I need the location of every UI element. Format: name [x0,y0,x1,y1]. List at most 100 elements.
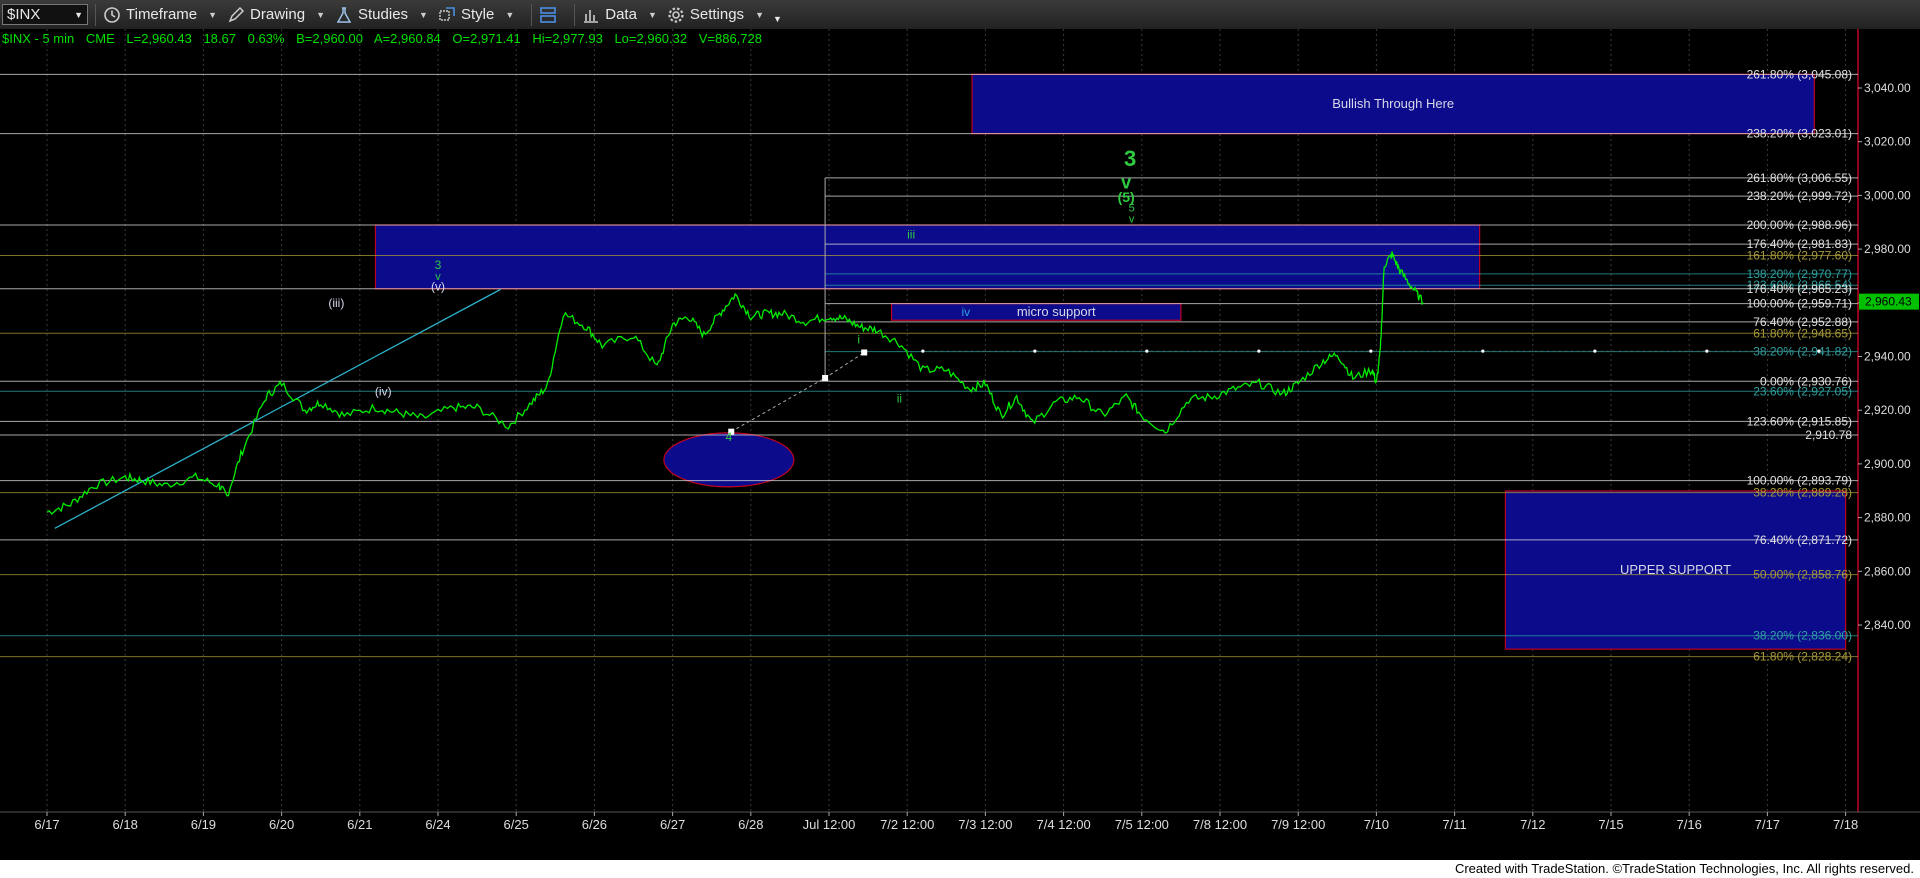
flask-icon [336,6,352,23]
wave-label: iv [962,305,971,319]
x-tick-label: 7/8 12:00 [1193,817,1247,832]
bid-price: B=2,960.00 [296,31,363,46]
symbol-selector[interactable]: $INX ▼ [2,4,88,25]
wave-label: 3 [1124,146,1136,171]
x-tick-label: 7/3 12:00 [958,817,1012,832]
fib-level-label: 38.20% (2,836.00) [1753,629,1852,643]
wave-label: v [1129,213,1135,225]
gear-icon [668,6,684,23]
last-price: L=2,960.43 [126,31,192,46]
wave-label: 4 [726,430,733,444]
studies-menu[interactable]: Studies ▼ [335,6,428,24]
y-tick-label: 3,000.00 [1864,188,1911,202]
fib-level-label: 176.40% (2,965.23) [1747,282,1852,296]
x-tick-label: 7/18 [1833,817,1858,832]
style-icon [439,6,455,21]
last-price-label: 2,960.43 [1865,295,1912,309]
x-tick-label: 6/20 [269,817,294,832]
chevron-down-icon: ▼ [208,9,218,20]
toolbar: $INX ▼ Timeframe ▼ Drawing ▼ Studies ▼ S… [0,0,1920,30]
fib-level-label: 38.20% (2,941.82) [1753,345,1852,359]
symbol-interval: $INX - 5 min [2,31,75,46]
x-tick-label: 7/15 [1598,817,1623,832]
x-tick-label: 7/4 12:00 [1036,817,1090,832]
symbol-value: $INX [7,6,41,23]
low-price: Lo=2,960.32 [614,31,688,46]
layout-icon [540,6,557,23]
price-chart[interactable]: Bullish Through Heremicro supportUPPER S… [0,29,1920,860]
x-tick-label: 6/26 [582,817,607,832]
ask-price: A=2,960.84 [373,31,441,46]
x-tick-label: Jul 12:00 [803,817,856,832]
timeframe-menu[interactable]: Timeframe ▼ [103,6,217,24]
fib-level-label: 261.80% (3,006.55) [1747,171,1852,185]
chevron-down-icon: ▼ [419,9,428,20]
fib-level-label: 161.80% (2,977.60) [1747,249,1852,263]
x-tick-label: 7/11 [1442,817,1466,832]
x-tick-label: 6/24 [425,817,450,832]
y-tick-label: 2,860.00 [1864,564,1911,578]
y-tick-label: 2,840.00 [1864,618,1911,632]
projection-dot [921,349,925,353]
settings-label: Settings [689,6,745,23]
x-tick-label: 7/10 [1364,817,1389,832]
wave-marker [861,349,868,356]
y-tick-label: 2,980.00 [1864,242,1911,256]
net-change: 18.67 [203,31,236,46]
toolbar-divider [574,3,576,26]
wave-label: i [857,333,860,347]
fib-level-label: 238.20% (3,023.01) [1747,127,1852,141]
x-tick-label: 7/17 [1755,817,1780,832]
wave-marker [822,374,829,381]
exchange: CME [85,31,115,46]
drawing-menu[interactable]: Drawing ▼ [227,6,325,24]
wave-label: iii [907,227,915,241]
layout-button[interactable] [539,6,557,24]
style-menu[interactable]: Style ▼ [438,6,514,24]
y-tick-label: 2,900.00 [1864,457,1911,471]
projection-dot [1481,349,1485,353]
fib-level-label: 2,910.78 [1805,428,1852,442]
projection-dot [1817,349,1821,353]
fib-level-label: 123.60% (2,915.85) [1747,414,1852,428]
chevron-down-icon: ▼ [316,9,325,20]
settings-menu[interactable]: Settings ▼ ▼ [667,6,782,24]
symbol-info-bar: $INX - 5 min CME L=2,960.43 18.67 0.63% … [2,31,770,46]
y-tick-label: 2,880.00 [1864,511,1911,525]
chevron-down-icon: ▼ [74,9,83,20]
projection-dot [1593,349,1597,353]
x-tick-label: 6/27 [660,817,685,832]
x-tick-label: 6/17 [34,817,59,832]
fib-level-label: 38.20% (2,889.28) [1753,486,1852,500]
data-label: Data [605,6,637,23]
open-price: O=2,971.41 [452,31,521,46]
fib-level-label: 23.60% (2,927.05) [1753,384,1852,398]
projection-dot [1369,349,1373,353]
fib-level-label: 261.80% (3,045.08) [1747,67,1852,81]
high-price: Hi=2,977.93 [532,31,603,46]
toolbar-divider [531,3,533,26]
overflow-caret-icon[interactable]: ▼ [773,14,782,24]
fib-level-label: 50.00% (2,858.76) [1753,568,1852,582]
fib-level-label: 76.40% (2,871.72) [1753,533,1852,547]
studies-label: Studies [358,6,409,23]
x-tick-label: 6/18 [113,817,138,832]
zone-label: micro support [1017,304,1096,319]
footer-credit: Created with TradeStation. ©TradeStation… [0,860,1920,878]
x-tick-label: 7/2 12:00 [880,817,934,832]
chart-background [0,29,1920,860]
projection-dot [1033,349,1037,353]
x-tick-label: 6/28 [738,817,763,832]
bar-chart-icon [584,9,599,23]
wave-label: (iv) [375,384,392,398]
drawing-label: Drawing [250,6,306,23]
clock-icon [104,6,120,23]
x-tick-label: 7/9 12:00 [1271,817,1325,832]
zone-label: Bullish Through Here [1332,96,1454,111]
pencil-icon [228,6,245,22]
timeframe-label: Timeframe [126,6,198,23]
style-label: Style [460,6,495,23]
volume: V=886,728 [698,31,762,46]
data-menu[interactable]: Data ▼ [582,6,657,24]
chevron-down-icon: ▼ [755,9,764,20]
